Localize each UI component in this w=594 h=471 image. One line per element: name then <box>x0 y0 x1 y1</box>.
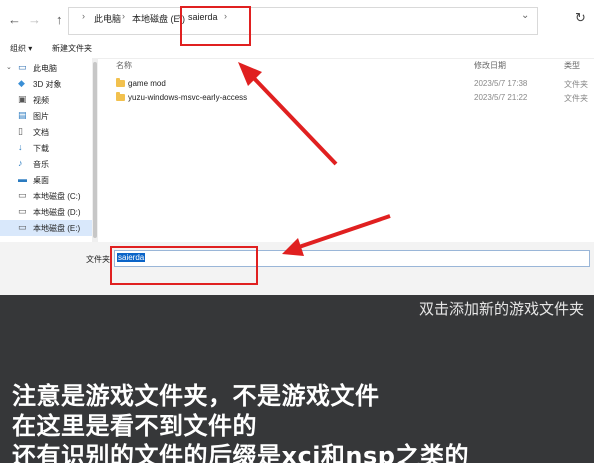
annotation-arrow-line <box>246 70 338 166</box>
caption-line-3: 还有识别的文件的后缀是xci和nsp之类的 <box>12 442 469 470</box>
annotation-arrow-line <box>295 214 391 250</box>
annotation-arrowhead <box>282 238 304 256</box>
annotation-arrows <box>238 62 391 256</box>
subtitle-caption: 双击添加新的游戏文件夹 <box>418 300 584 318</box>
